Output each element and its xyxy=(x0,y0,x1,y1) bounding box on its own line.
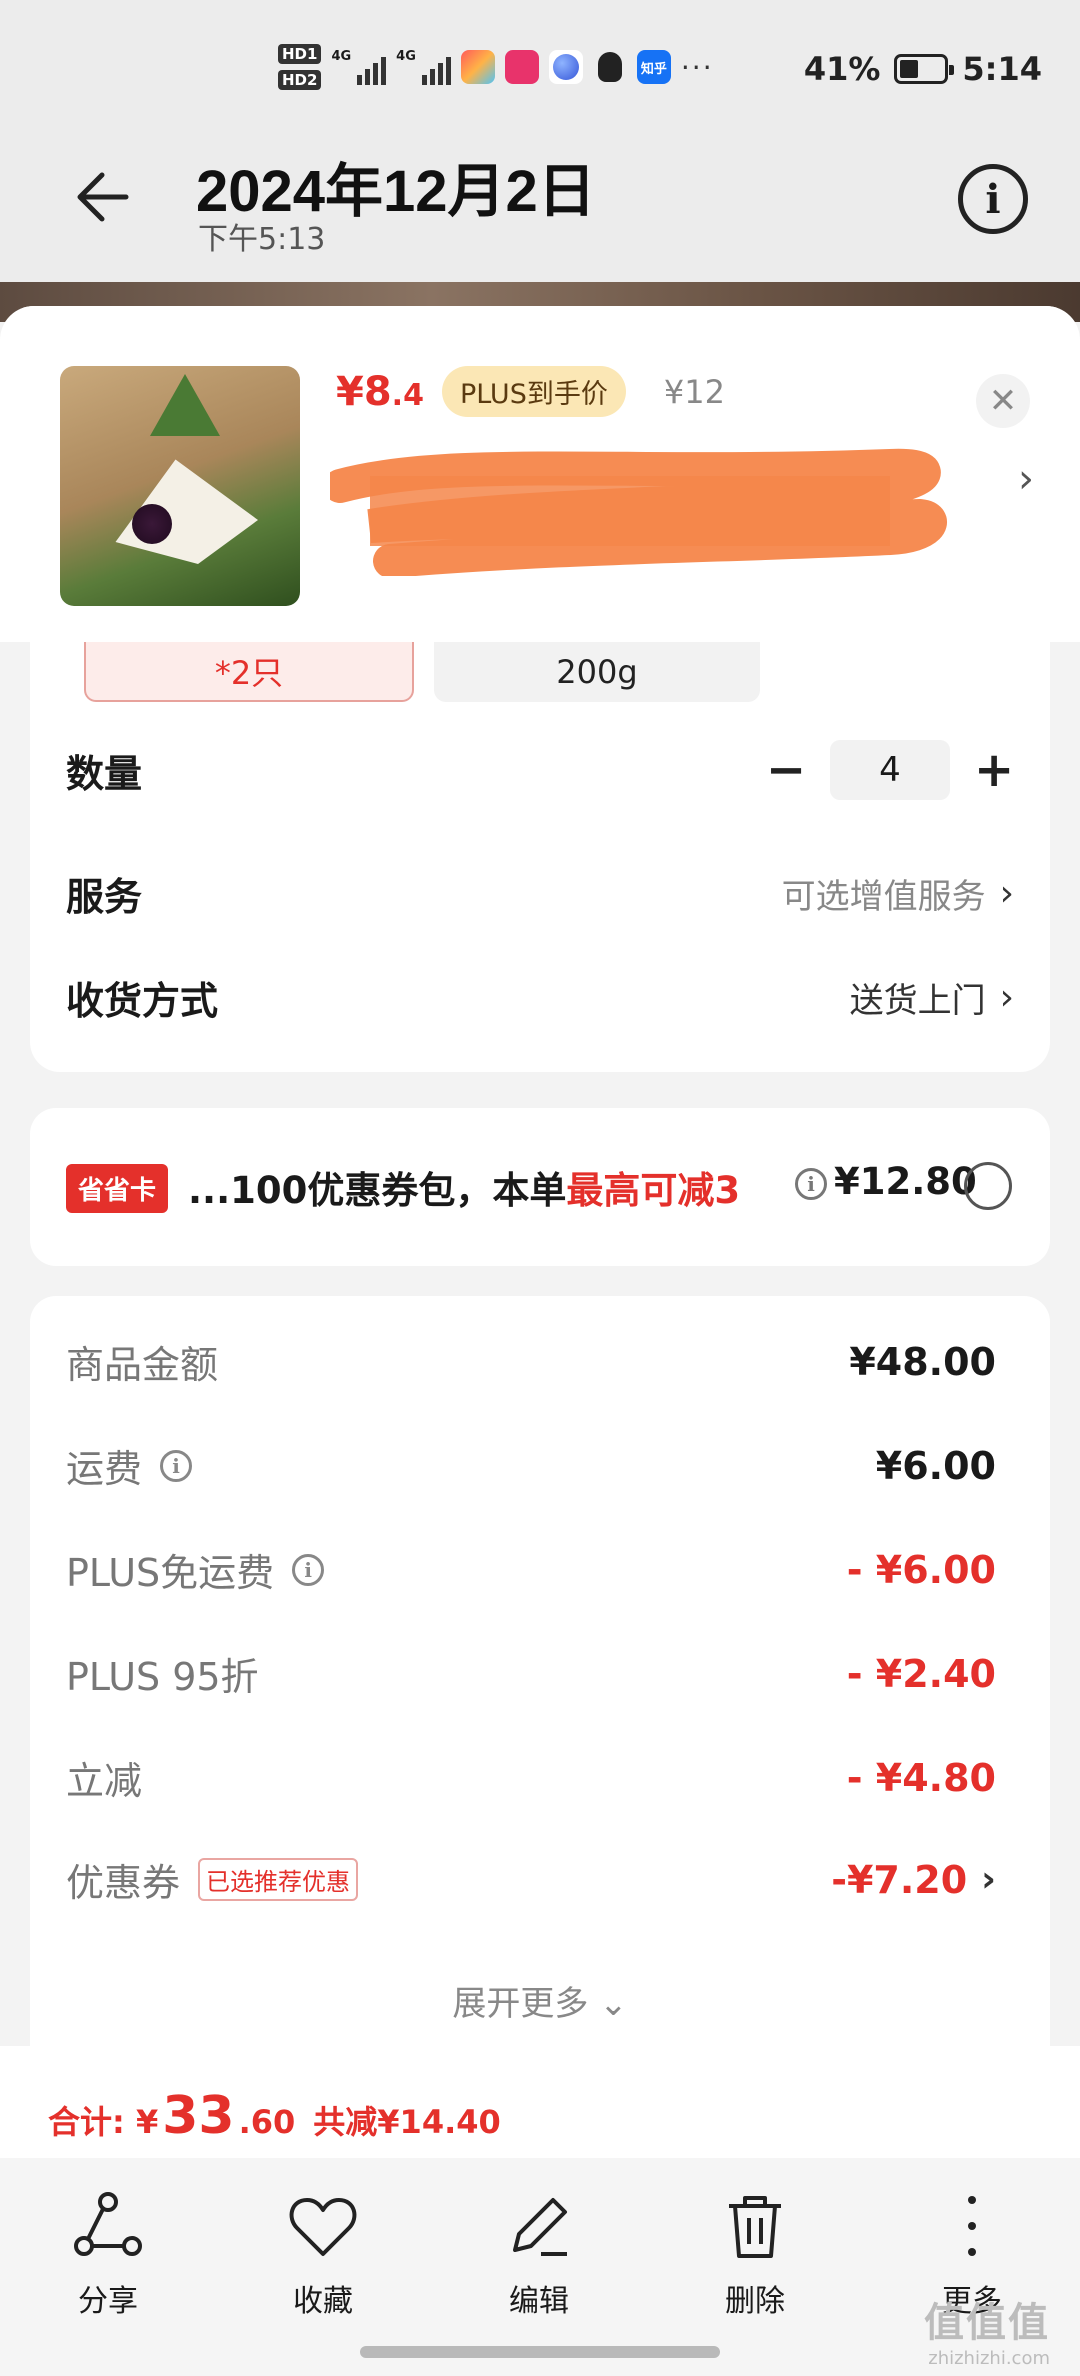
expand-more-button[interactable]: 展开更多 ⌄ xyxy=(30,1976,1050,2025)
total-bar: 合计: ¥33.60 共减¥14.40 xyxy=(0,2046,1080,2158)
hd1-badge: HD1 xyxy=(278,44,322,64)
watermark: 值值值 zhizhizhi.com xyxy=(924,2300,1050,2369)
edit-button[interactable]: 编辑 xyxy=(469,2188,609,2320)
trash-icon xyxy=(729,2196,781,2258)
close-icon: ✕ xyxy=(988,381,1018,421)
signal-1-icon: 4G xyxy=(331,49,387,85)
service-label: 服务 xyxy=(66,875,143,919)
clock: 5:14 xyxy=(962,50,1042,88)
zhihu-icon: 知乎 xyxy=(636,50,671,84)
quantity-label: 数量 xyxy=(66,751,143,796)
product-thumbnail[interactable] xyxy=(60,366,300,606)
close-button[interactable]: ✕ xyxy=(976,374,1030,428)
order-total: 合计: ¥33.60 共减¥14.40 xyxy=(48,2086,501,2146)
summary-row-goods: 商品金额 ¥48.00 xyxy=(66,1339,996,1388)
favorite-button[interactable]: 收藏 xyxy=(253,2188,393,2320)
more-notifications-icon: ··· xyxy=(680,50,714,84)
delivery-row[interactable]: 收货方式 送货上门 › xyxy=(66,970,1014,1025)
hd2-badge: HD2 xyxy=(278,70,322,90)
chevron-right-icon: › xyxy=(999,977,1014,1018)
share-button[interactable]: 分享 xyxy=(38,2188,178,2320)
chevron-right-icon: › xyxy=(981,1859,996,1900)
variant-chip-200g[interactable]: 200g xyxy=(434,642,760,702)
redacted-product-name xyxy=(330,448,948,576)
status-bar: HD1 HD2 4G 4G 知乎 ··· 41% 5:14 xyxy=(0,0,1080,140)
plus-price: ¥8.4 xyxy=(336,368,424,415)
total-saved: 共减¥14.40 xyxy=(313,2103,501,2141)
quantity-input[interactable]: 4 xyxy=(830,740,950,800)
saver-card-tag: 省省卡 xyxy=(66,1164,169,1213)
browser-app-icon xyxy=(548,50,583,84)
saver-info-icon[interactable]: i xyxy=(795,1168,827,1200)
flag-app-icon xyxy=(460,50,495,84)
battery-icon xyxy=(894,54,955,84)
service-row[interactable]: 服务 可选增值服务 › xyxy=(66,866,1014,921)
price-row: ¥8.4 PLUS到手价 ¥12 xyxy=(336,366,725,417)
back-arrow-icon xyxy=(77,172,129,222)
product-header: ¥8.4 PLUS到手价 ¥12 ✕ › xyxy=(0,306,1080,642)
bottom-action-bar: 分享 收藏 编辑 删除 更多 xyxy=(0,2158,1080,2376)
shopping-app-icon xyxy=(504,50,539,84)
page-subtitle-time: 下午5:13 xyxy=(198,222,326,257)
quantity-row: 数量 − 4 + xyxy=(66,740,1014,800)
info-icon: i xyxy=(985,175,1001,223)
saver-card-radio[interactable] xyxy=(964,1162,1012,1210)
pencil-icon xyxy=(513,2198,567,2256)
summary-row-coupon[interactable]: 优惠券 已选推荐优惠 -¥7.20 › xyxy=(66,1852,996,1907)
battery-percent: 41% xyxy=(803,50,881,88)
chevron-right-icon: › xyxy=(999,873,1014,914)
recommended-coupon-badge: 已选推荐优惠 xyxy=(198,1858,359,1901)
status-right: 41% 5:14 xyxy=(804,50,1042,88)
delete-button[interactable]: 删除 xyxy=(685,2188,825,2320)
delivery-value: 送货上门 › xyxy=(849,977,1014,1021)
quantity-stepper: − 4 + xyxy=(766,740,1014,800)
shipping-info-icon[interactable]: i xyxy=(160,1449,193,1482)
chevron-down-icon: ⌄ xyxy=(599,1984,628,2024)
increase-button[interactable]: + xyxy=(974,742,1014,798)
back-button[interactable] xyxy=(70,162,140,232)
saver-card-text: ...100优惠券包，本单最高可减3 xyxy=(188,1169,741,1212)
original-price: ¥12 xyxy=(663,372,725,411)
summary-row-plus-discount: PLUS 95折 - ¥2.40 xyxy=(66,1651,996,1700)
top-app-bar: 2024年12月2日 下午5:13 i xyxy=(0,140,1080,285)
heart-icon xyxy=(289,2198,357,2256)
status-icons: HD1 HD2 4G 4G 知乎 ··· xyxy=(278,44,714,90)
home-indicator[interactable] xyxy=(360,2346,720,2358)
plus-price-badge: PLUS到手价 xyxy=(441,366,626,417)
product-detail-chevron-icon[interactable]: › xyxy=(1018,456,1034,502)
share-icon xyxy=(74,2192,142,2256)
service-value: 可选增值服务 › xyxy=(781,873,1014,917)
signal-2-icon: 4G xyxy=(396,49,451,85)
decrease-button[interactable]: − xyxy=(766,742,806,798)
summary-row-plus-shipping: PLUS免运费 i - ¥6.00 xyxy=(66,1547,996,1596)
price-summary-card: 商品金额 ¥48.00 运费 i ¥6.00 PLUS免运费 i - ¥6.00 P… xyxy=(30,1296,1050,2056)
more-vertical-icon xyxy=(968,2196,976,2256)
plus-shipping-info-icon[interactable]: i xyxy=(292,1553,325,1586)
qq-icon xyxy=(593,50,627,84)
summary-row-instant-off: 立减 - ¥4.80 xyxy=(66,1755,996,1804)
variant-chip-selected[interactable]: *2只 xyxy=(84,642,414,702)
saver-card-offer[interactable]: 省省卡 ...100优惠券包，本单最高可减3 i ¥12.80 xyxy=(30,1108,1050,1266)
summary-row-shipping: 运费 i ¥6.00 xyxy=(66,1443,996,1492)
hd-indicators: HD1 HD2 xyxy=(278,44,322,90)
info-button[interactable]: i xyxy=(958,164,1028,234)
delivery-label: 收货方式 xyxy=(66,979,219,1023)
saver-card-price: ¥12.80 xyxy=(834,1160,977,1203)
